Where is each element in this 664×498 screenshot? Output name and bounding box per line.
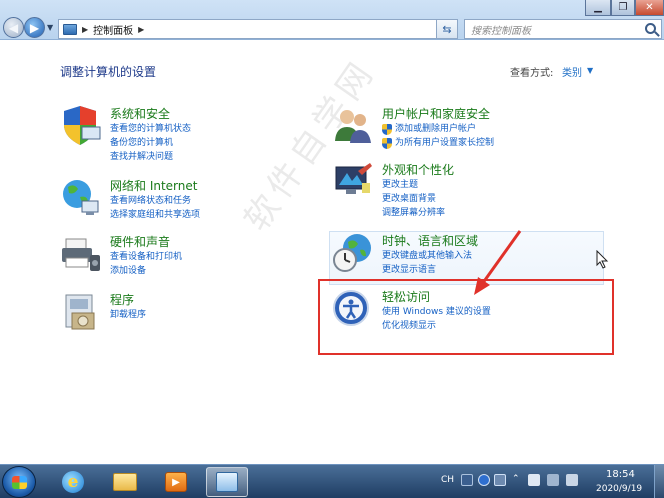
windows-logo-icon <box>12 476 27 489</box>
category-title[interactable]: 程序 <box>110 291 134 308</box>
link-change-display-language[interactable]: 更改显示语言 <box>382 263 472 277</box>
close-button[interactable]: ✕ <box>635 0 664 16</box>
taskbar-explorer[interactable] <box>104 467 146 497</box>
breadcrumb-control-panel[interactable]: 控制面板 <box>93 22 133 37</box>
content-area: 调整计算机的设置 查看方式: 类别 ▼ 软件自学网 系统和安全 查看您的计算机状… <box>0 41 664 464</box>
chevron-down-icon[interactable]: ▼ <box>587 66 593 75</box>
taskbar: e ▶ CH ⌃ 18:54 2020/9/19 <box>0 464 664 498</box>
recent-pages-dropdown[interactable]: ▼ <box>47 23 53 32</box>
breadcrumb-chevron-icon[interactable]: ▶ <box>138 25 144 34</box>
link-change-background[interactable]: 更改桌面背景 <box>382 192 445 206</box>
input-method-icon[interactable] <box>461 474 473 486</box>
view-by-select[interactable]: 类别 <box>562 64 582 79</box>
control-panel-icon <box>63 23 77 35</box>
title-bar: ▁ ❐ ✕ ◀ ▶ ▼ ▶ 控制面板 ▶ ▼ ⇆ 搜索控制面板 <box>0 0 664 40</box>
category-title[interactable]: 硬件和声音 <box>110 233 170 250</box>
search-icon[interactable] <box>645 23 656 34</box>
mouse-cursor-icon <box>596 250 609 269</box>
category-title[interactable]: 系统和安全 <box>110 105 170 122</box>
link-add-device[interactable]: 添加设备 <box>110 264 182 278</box>
clock-time[interactable]: 18:54 <box>606 469 635 480</box>
show-desktop-button[interactable] <box>654 465 664 498</box>
address-bar[interactable]: ▶ 控制面板 ▶ ▼ <box>58 19 456 39</box>
category-title[interactable]: 用户帐户和家庭安全 <box>382 105 490 122</box>
folder-icon <box>113 473 137 491</box>
category-title[interactable]: 外观和个性化 <box>382 161 454 178</box>
refresh-button[interactable]: ⇆ <box>436 19 458 39</box>
link-change-input-method[interactable]: 更改键盘或其他输入法 <box>382 249 472 263</box>
minimize-button[interactable]: ▁ <box>585 0 611 16</box>
printer-icon <box>62 238 100 271</box>
link-add-remove-accounts[interactable]: 添加或删除用户帐户 <box>382 122 494 136</box>
search-placeholder: 搜索控制面板 <box>471 25 531 37</box>
annotation-highlight-box <box>318 279 614 355</box>
taskbar-media-player[interactable]: ▶ <box>155 467 197 497</box>
arrow-left-icon: ◀ <box>8 20 19 35</box>
start-button[interactable] <box>2 466 36 498</box>
monitor-paint-icon <box>335 163 372 194</box>
uac-shield-icon <box>382 137 392 149</box>
shield-computer-icon <box>64 106 101 145</box>
link-screen-resolution[interactable]: 调整屏幕分辨率 <box>382 206 445 220</box>
tray-expand-icon[interactable]: ⌃ <box>512 474 520 484</box>
help-icon[interactable] <box>478 474 490 486</box>
action-center-flag-icon[interactable] <box>528 474 540 486</box>
link-parental-controls[interactable]: 为所有用户设置家长控制 <box>382 136 494 150</box>
link-find-fix-problems[interactable]: 查找并解决问题 <box>110 150 191 164</box>
link-homegroup-sharing[interactable]: 选择家庭组和共享选项 <box>110 208 200 222</box>
clock-date[interactable]: 2020/9/19 <box>596 484 642 494</box>
taskbar-ie[interactable]: e <box>52 467 94 497</box>
link-view-network-status[interactable]: 查看网络状态和任务 <box>110 194 200 208</box>
maximize-button[interactable]: ❐ <box>611 0 635 16</box>
page-title: 调整计算机的设置 <box>60 65 157 79</box>
link-devices-printers[interactable]: 查看设备和打印机 <box>110 250 182 264</box>
network-icon[interactable] <box>547 474 559 486</box>
category-title[interactable]: 网络和 Internet <box>110 177 197 194</box>
link-backup-computer[interactable]: 备份您的计算机 <box>110 136 191 150</box>
keyboard-icon[interactable] <box>494 474 506 486</box>
uac-shield-icon <box>382 123 392 135</box>
volume-icon[interactable] <box>566 474 578 486</box>
media-player-icon: ▶ <box>165 472 187 492</box>
arrow-right-icon: ▶ <box>29 20 40 35</box>
forward-button[interactable]: ▶ <box>24 17 45 38</box>
link-uninstall-program[interactable]: 卸载程序 <box>110 308 146 322</box>
back-button[interactable]: ◀ <box>3 17 24 38</box>
breadcrumb-chevron-icon[interactable]: ▶ <box>82 25 88 34</box>
refresh-icon: ⇆ <box>442 22 452 36</box>
search-input[interactable]: 搜索控制面板 <box>464 19 662 39</box>
annotation-arrow-icon <box>474 230 522 295</box>
link-text[interactable]: 为所有用户设置家长控制 <box>395 136 494 150</box>
clock-globe-icon <box>333 234 371 272</box>
internet-explorer-icon: e <box>62 471 84 493</box>
view-by-label: 查看方式: <box>510 68 554 79</box>
control-panel-icon <box>216 472 238 492</box>
link-view-computer-status[interactable]: 查看您的计算机状态 <box>110 122 191 136</box>
taskbar-control-panel[interactable] <box>206 467 248 497</box>
link-text[interactable]: 添加或删除用户帐户 <box>395 122 476 136</box>
input-language[interactable]: CH <box>441 475 454 485</box>
category-title[interactable]: 时钟、语言和区域 <box>382 232 478 249</box>
users-icon <box>335 110 371 143</box>
globe-network-icon <box>63 180 99 215</box>
link-change-theme[interactable]: 更改主题 <box>382 178 445 192</box>
programs-icon <box>65 294 95 330</box>
